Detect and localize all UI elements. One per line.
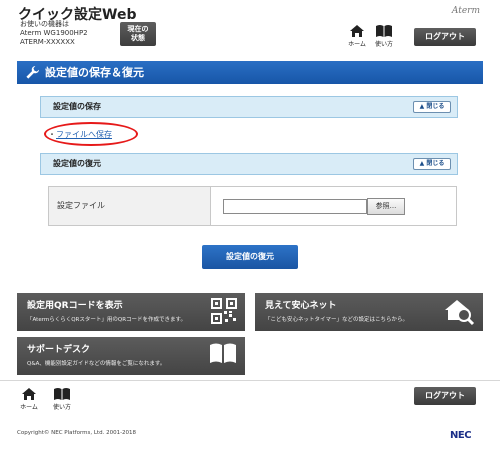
chevron-up-icon: ▲ bbox=[419, 160, 425, 167]
footer-manual-label: 使い方 bbox=[52, 404, 71, 411]
home-nav-label: ホーム bbox=[348, 41, 366, 48]
page-title-text: 設定値の保存＆復元 bbox=[45, 66, 144, 79]
footer-logout-button[interactable]: ログアウト bbox=[414, 387, 476, 405]
support-desk-tile[interactable]: サポートデスク Q&A、機能別設定ガイドなどの情報をご覧になれます。 bbox=[17, 337, 245, 375]
restore-file-row: 設定ファイル 参照... bbox=[48, 186, 457, 226]
home-icon bbox=[350, 25, 364, 37]
status-button-line2: 状態 bbox=[131, 34, 145, 42]
restore-panel-close-label: 閉じる bbox=[426, 160, 445, 167]
footer-home-label: ホーム bbox=[20, 404, 38, 411]
qr-code-tile-desc: 「AtermらくらくQRスタート」用のQRコードを作成できます。 bbox=[27, 317, 186, 323]
device-label: お使いの機器は Aterm WG1900HP2 ATERM-XXXXXX bbox=[20, 20, 88, 47]
manual-nav-label: 使い方 bbox=[374, 41, 393, 48]
save-panel-close-label: 閉じる bbox=[426, 103, 445, 110]
safety-net-tile-desc: 「こども安心ネットタイマー」などの設定はこちらから。 bbox=[265, 317, 409, 323]
home-nav[interactable]: ホーム bbox=[344, 24, 370, 48]
browse-button[interactable]: 参照... bbox=[367, 198, 405, 215]
home-icon bbox=[22, 388, 36, 400]
book-icon bbox=[376, 25, 392, 37]
wrench-icon bbox=[26, 65, 40, 79]
header: クイック設定Web お使いの機器は Aterm WG1900HP2 ATERM-… bbox=[0, 0, 500, 56]
device-model: Aterm WG1900HP2 bbox=[20, 29, 88, 37]
safety-net-tile[interactable]: 見えて安心ネット 「こども安心ネットタイマー」などの設定はこちらから。 bbox=[255, 293, 483, 331]
support-desk-tile-desc: Q&A、機能別設定ガイドなどの情報をご覧になれます。 bbox=[27, 361, 166, 367]
brand-logo: Aterm bbox=[451, 6, 480, 16]
book-icon bbox=[54, 388, 70, 400]
device-label-line: お使いの機器は bbox=[20, 20, 69, 28]
chevron-up-icon: ▲ bbox=[419, 103, 425, 110]
restore-panel-header: 設定値の復元 ▲ 閉じる bbox=[40, 153, 458, 175]
restore-panel-title: 設定値の復元 bbox=[53, 159, 101, 168]
status-button-line1: 現在の bbox=[127, 25, 149, 33]
highlight-annotation bbox=[44, 122, 138, 146]
footer-divider bbox=[0, 380, 500, 381]
qr-code-tile[interactable]: 設定用QRコードを表示 「AtermらくらくQRスタート」用のQRコードを作成で… bbox=[17, 293, 245, 331]
nec-logo: NEC bbox=[450, 430, 472, 441]
save-panel-header: 設定値の保存 ▲ 閉じる bbox=[40, 96, 458, 118]
book-icon bbox=[210, 343, 236, 363]
settings-file-field: 参照... bbox=[211, 187, 456, 225]
house-magnifier-icon bbox=[445, 300, 475, 326]
save-panel-close-button[interactable]: ▲ 閉じる bbox=[413, 101, 451, 113]
file-path-input[interactable] bbox=[223, 199, 367, 214]
qr-code-icon bbox=[211, 298, 237, 324]
logout-button[interactable]: ログアウト bbox=[414, 28, 476, 46]
qr-code-tile-title: 設定用QRコードを表示 bbox=[27, 301, 123, 311]
device-name: ATERM-XXXXXX bbox=[20, 38, 75, 46]
copyright: Copyright© NEC Platforms, Ltd. 2001-2018 bbox=[17, 430, 137, 436]
restore-panel-close-button[interactable]: ▲ 閉じる bbox=[413, 158, 451, 170]
support-desk-tile-title: サポートデスク bbox=[27, 345, 91, 355]
footer-home-nav[interactable]: ホーム bbox=[16, 387, 42, 411]
footer-manual-nav[interactable]: 使い方 bbox=[49, 387, 75, 411]
restore-settings-button[interactable]: 設定値の復元 bbox=[202, 245, 298, 269]
safety-net-tile-title: 見えて安心ネット bbox=[265, 301, 337, 311]
current-status-button[interactable]: 現在の 状態 bbox=[120, 22, 156, 46]
manual-nav[interactable]: 使い方 bbox=[371, 24, 397, 48]
page-title: 設定値の保存＆復元 bbox=[17, 61, 483, 84]
settings-file-label: 設定ファイル bbox=[49, 187, 211, 225]
save-panel-title: 設定値の保存 bbox=[53, 102, 101, 111]
